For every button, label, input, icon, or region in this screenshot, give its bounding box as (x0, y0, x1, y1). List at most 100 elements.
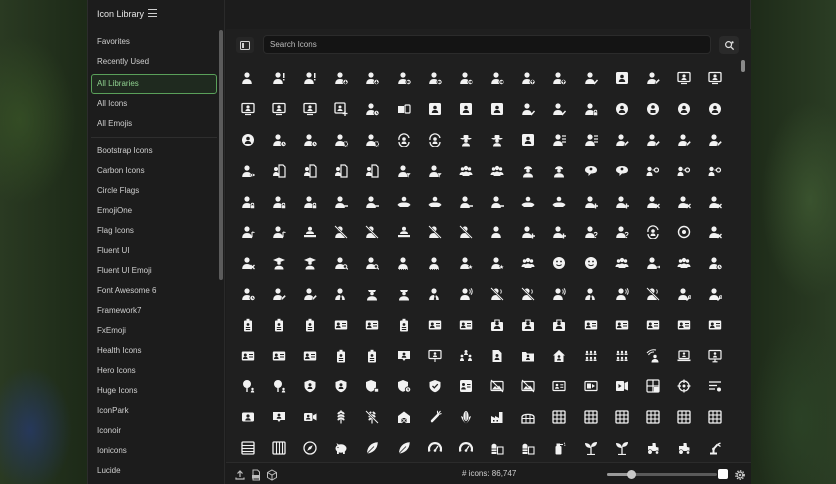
icon-grid-item[interactable] (513, 155, 544, 186)
icon-grid-scrollbar[interactable] (741, 60, 745, 72)
icon-grid-item[interactable] (482, 155, 513, 186)
icon-grid-item[interactable] (294, 371, 325, 402)
icon-grid-item[interactable] (450, 371, 481, 402)
zoom-slider[interactable] (607, 470, 717, 479)
export-svg-button[interactable] (250, 468, 262, 481)
sidebar-item-huge-icons[interactable]: Huge Icons (91, 381, 217, 401)
icon-grid-item[interactable] (606, 309, 637, 340)
sidebar-scrollbar[interactable] (219, 30, 223, 280)
icon-grid-item[interactable] (606, 125, 637, 156)
icon-grid-item[interactable] (263, 186, 294, 217)
icon-grid-item[interactable] (575, 340, 606, 371)
icon-grid-item[interactable] (575, 402, 606, 433)
icon-grid-item[interactable] (637, 217, 668, 248)
icon-grid-item[interactable] (513, 309, 544, 340)
icon-grid-item[interactable] (326, 309, 357, 340)
icon-grid-item[interactable] (669, 186, 700, 217)
icon-grid-item[interactable] (263, 309, 294, 340)
icon-grid-item[interactable] (637, 63, 668, 94)
icon-grid-item[interactable] (575, 433, 606, 458)
icon-grid-item[interactable] (700, 186, 731, 217)
icon-grid-item[interactable] (357, 309, 388, 340)
icon-grid-item[interactable] (606, 155, 637, 186)
sidebar-item-all-icons[interactable]: All Icons (91, 94, 217, 114)
icon-grid-item[interactable] (637, 371, 668, 402)
icon-grid-item[interactable] (513, 279, 544, 310)
sidebar-item-recently-used[interactable]: Recently Used (91, 52, 217, 72)
icon-grid-item[interactable] (357, 63, 388, 94)
icon-grid-item[interactable] (388, 155, 419, 186)
icon-grid-item[interactable] (294, 94, 325, 125)
icon-grid-item[interactable] (263, 248, 294, 279)
icon-grid-item[interactable] (232, 433, 263, 458)
icon-grid-item[interactable] (232, 125, 263, 156)
icon-grid-item[interactable] (294, 402, 325, 433)
icon-grid-item[interactable] (294, 63, 325, 94)
icon-grid-item[interactable] (357, 279, 388, 310)
icon-grid-item[interactable] (482, 433, 513, 458)
icon-grid-item[interactable] (357, 402, 388, 433)
icon-grid-item[interactable] (419, 155, 450, 186)
icon-grid-item[interactable] (232, 309, 263, 340)
icon-grid-item[interactable] (326, 371, 357, 402)
icon-grid-item[interactable] (637, 94, 668, 125)
icon-grid-item[interactable] (232, 217, 263, 248)
icon-grid-item[interactable] (450, 94, 481, 125)
icon-grid-item[interactable] (700, 94, 731, 125)
sidebar-item-health-icons[interactable]: Health Icons (91, 341, 217, 361)
settings-button[interactable] (734, 468, 746, 480)
icon-grid-item[interactable] (294, 155, 325, 186)
icon-grid-item[interactable] (575, 186, 606, 217)
icon-grid-item[interactable] (544, 248, 575, 279)
sidebar-item-flag-icons[interactable]: Flag Icons (91, 221, 217, 241)
icon-grid-item[interactable] (388, 248, 419, 279)
icon-grid-item[interactable] (482, 186, 513, 217)
icon-grid-item[interactable] (232, 402, 263, 433)
icon-grid-item[interactable] (513, 125, 544, 156)
icon-grid-item[interactable] (575, 309, 606, 340)
icon-grid-item[interactable] (263, 94, 294, 125)
sidebar-item-fluent-ui[interactable]: Fluent UI (91, 241, 217, 261)
icon-grid-item[interactable] (513, 217, 544, 248)
icon-grid-item[interactable] (419, 125, 450, 156)
icon-grid-item[interactable] (669, 125, 700, 156)
icon-grid-item[interactable] (388, 371, 419, 402)
icon-grid-item[interactable] (326, 155, 357, 186)
icon-grid-item[interactable] (419, 371, 450, 402)
icon-grid-item[interactable] (700, 155, 731, 186)
icon-grid-item[interactable] (606, 217, 637, 248)
icon-grid-item[interactable] (450, 433, 481, 458)
icon-grid-item[interactable] (606, 340, 637, 371)
icon-grid-item[interactable] (637, 402, 668, 433)
zoom-slider-thumb[interactable] (627, 470, 637, 479)
icon-grid-item[interactable] (544, 309, 575, 340)
icon-grid-item[interactable] (263, 340, 294, 371)
sidebar-item-hero-icons[interactable]: Hero Icons (91, 361, 217, 381)
icon-grid-item[interactable] (482, 94, 513, 125)
sidebar-item-circle-flags[interactable]: Circle Flags (91, 181, 217, 201)
icon-grid-item[interactable] (294, 433, 325, 458)
icon-grid-item[interactable] (419, 248, 450, 279)
icon-grid-item[interactable] (575, 217, 606, 248)
icon-grid-item[interactable] (637, 125, 668, 156)
icon-grid-item[interactable] (513, 371, 544, 402)
icon-grid-item[interactable] (419, 217, 450, 248)
icon-grid-item[interactable] (544, 125, 575, 156)
sidebar-item-lucide[interactable]: Lucide (91, 461, 217, 481)
icon-grid-item[interactable] (606, 279, 637, 310)
icon-grid-item[interactable] (606, 63, 637, 94)
icon-grid-item[interactable] (606, 248, 637, 279)
icon-grid-item[interactable] (419, 63, 450, 94)
icon-grid-item[interactable] (419, 309, 450, 340)
icon-grid-item[interactable] (263, 371, 294, 402)
icon-grid-item[interactable] (575, 279, 606, 310)
sidebar-item-ionicons[interactable]: Ionicons (91, 441, 217, 461)
icon-grid-item[interactable] (357, 125, 388, 156)
icon-grid-item[interactable] (357, 155, 388, 186)
icon-grid-item[interactable] (450, 217, 481, 248)
icon-grid-item[interactable] (700, 340, 731, 371)
icon-grid-item[interactable] (669, 279, 700, 310)
icon-grid-item[interactable] (700, 309, 731, 340)
icon-grid-item[interactable] (357, 248, 388, 279)
icon-grid-item[interactable] (669, 433, 700, 458)
